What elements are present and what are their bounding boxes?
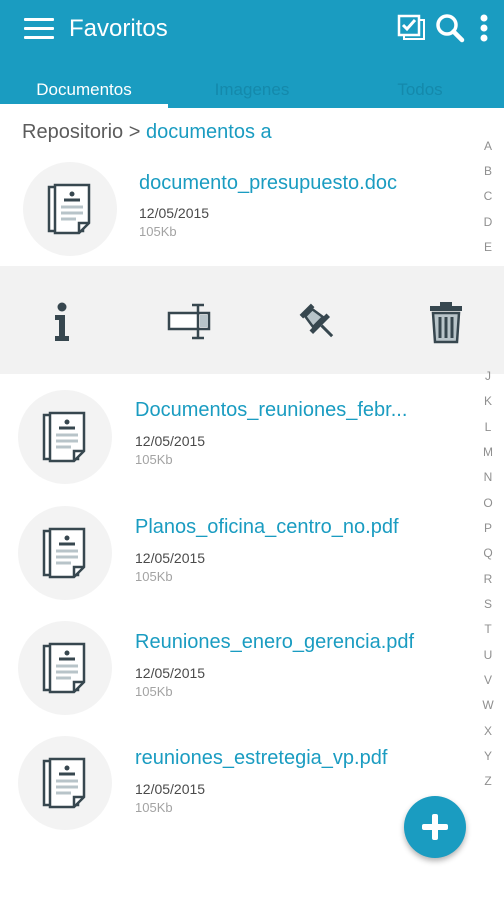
- alpha-letter[interactable]: E: [478, 240, 498, 254]
- app-bar: Favoritos Documentos Imagenes Todos: [0, 0, 504, 108]
- document-icon: [18, 390, 112, 484]
- alpha-letter[interactable]: A: [478, 139, 498, 153]
- tab-todos[interactable]: Todos: [336, 72, 504, 108]
- document-icon: [18, 736, 112, 830]
- file-date: 12/05/2015: [139, 205, 210, 221]
- alpha-letter[interactable]: P: [478, 521, 498, 535]
- alpha-letter[interactable]: Y: [478, 749, 498, 763]
- list-item[interactable]: documento_presupuesto.doc 12/05/2015 105…: [0, 156, 470, 266]
- file-date: 12/05/2015: [135, 433, 206, 449]
- file-name[interactable]: reuniones_estretegia_vp.pdf: [135, 745, 387, 771]
- alpha-letter[interactable]: Q: [478, 546, 498, 560]
- file-date: 12/05/2015: [135, 550, 206, 566]
- info-icon[interactable]: [38, 300, 86, 344]
- breadcrumb-separator: >: [128, 121, 141, 143]
- file-name[interactable]: Planos_oficina_centro_no.pdf: [135, 514, 399, 540]
- file-size: 105Kb: [135, 452, 173, 467]
- document-icon: [18, 621, 112, 715]
- page-title: Favoritos: [69, 15, 168, 42]
- item-action-bar: [0, 266, 504, 374]
- search-icon[interactable]: [434, 12, 466, 44]
- alpha-letter[interactable]: U: [478, 648, 498, 662]
- list-item[interactable]: Reuniones_enero_gerencia.pdf 12/05/2015 …: [0, 618, 470, 728]
- alpha-letter[interactable]: V: [478, 673, 498, 687]
- breadcrumb-current: documentos a: [145, 121, 272, 143]
- tab-bar: Documentos Imagenes Todos: [0, 72, 504, 108]
- document-icon: [18, 506, 112, 600]
- alpha-letter[interactable]: O: [478, 496, 498, 510]
- alpha-letter[interactable]: T: [478, 622, 498, 636]
- alpha-letter[interactable]: Z: [478, 774, 498, 788]
- file-date: 12/05/2015: [135, 665, 206, 681]
- file-date: 12/05/2015: [135, 781, 206, 797]
- alpha-letter[interactable]: X: [478, 724, 498, 738]
- file-size: 105Kb: [135, 684, 173, 699]
- tab-imagenes[interactable]: Imagenes: [168, 72, 336, 108]
- file-name[interactable]: Documentos_reuniones_febr...: [135, 397, 407, 423]
- file-name[interactable]: Reuniones_enero_gerencia.pdf: [135, 629, 414, 655]
- tab-indicator: [0, 104, 168, 108]
- multi-select-icon[interactable]: [396, 12, 428, 44]
- document-icon: [23, 162, 117, 256]
- file-size: 105Kb: [135, 569, 173, 584]
- alpha-letter[interactable]: D: [478, 215, 498, 229]
- file-size: 105Kb: [135, 800, 173, 815]
- alpha-letter[interactable]: K: [478, 394, 498, 408]
- menu-icon[interactable]: [22, 16, 56, 42]
- alpha-letter[interactable]: W: [478, 698, 498, 712]
- list-item[interactable]: reuniones_estretegia_vp.pdf 12/05/2015 1…: [0, 733, 470, 843]
- file-name[interactable]: documento_presupuesto.doc: [139, 170, 397, 196]
- pin-icon[interactable]: [294, 300, 342, 344]
- delete-icon[interactable]: [422, 300, 470, 344]
- alpha-letter[interactable]: L: [478, 420, 498, 434]
- alpha-letter[interactable]: R: [478, 572, 498, 586]
- breadcrumb-root[interactable]: Repositorio: [22, 121, 123, 143]
- alpha-letter[interactable]: M: [478, 445, 498, 459]
- tab-documentos[interactable]: Documentos: [0, 72, 168, 108]
- alpha-letter[interactable]: S: [478, 597, 498, 611]
- list-item[interactable]: Planos_oficina_centro_no.pdf 12/05/2015 …: [0, 503, 470, 613]
- alpha-letter[interactable]: B: [478, 164, 498, 178]
- alpha-letter[interactable]: J: [478, 369, 498, 383]
- alpha-letter[interactable]: C: [478, 189, 498, 203]
- rename-icon[interactable]: [166, 300, 214, 344]
- breadcrumb: Repositorio > documentos a: [22, 118, 272, 146]
- list-item[interactable]: Documentos_reuniones_febr... 12/05/2015 …: [0, 386, 470, 496]
- file-size: 105Kb: [139, 224, 177, 239]
- add-button[interactable]: [404, 796, 466, 858]
- more-vert-icon[interactable]: [472, 12, 496, 44]
- alpha-letter[interactable]: N: [478, 470, 498, 484]
